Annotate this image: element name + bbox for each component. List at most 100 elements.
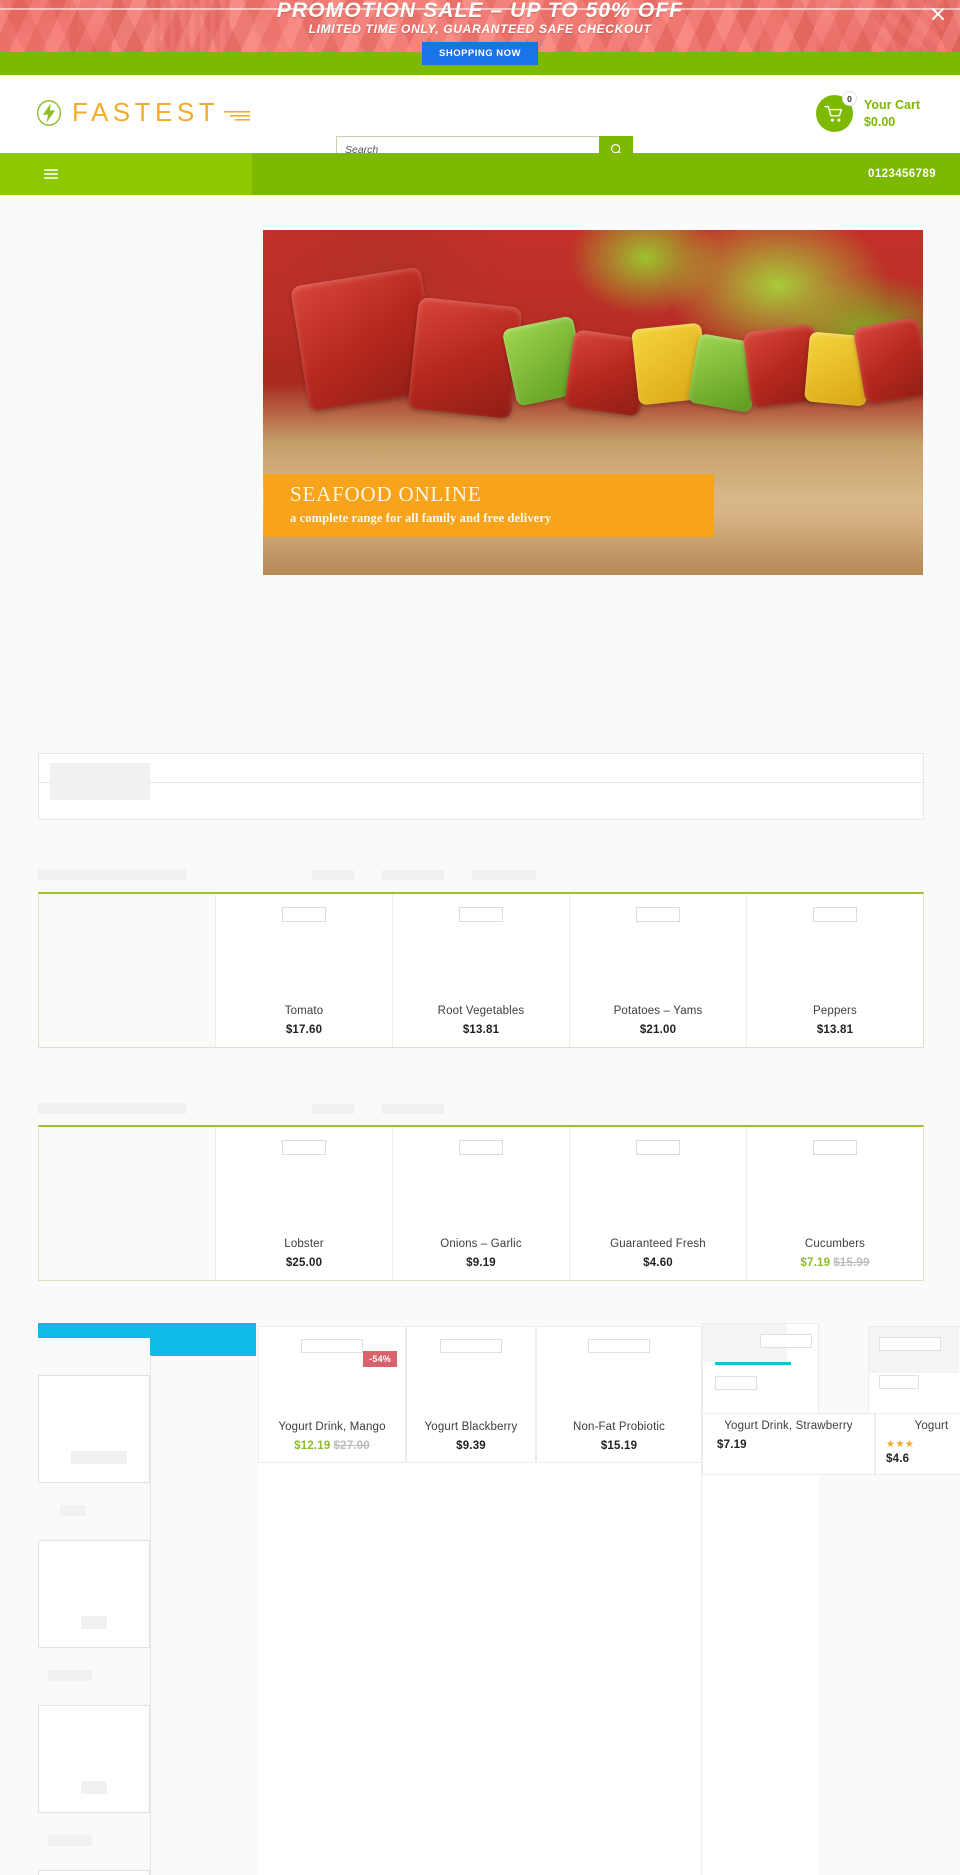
sidebar-card[interactable]: [38, 1540, 150, 1648]
nav-phone-number[interactable]: 0123456789: [868, 168, 936, 180]
product-image-placeholder: [282, 1140, 326, 1155]
product-info: Non-Fat Probiotic $15.19: [537, 1421, 701, 1452]
product-image-placeholder: [813, 1140, 857, 1155]
product-accent-bar: [715, 1362, 791, 1365]
product-price: $4.60: [643, 1257, 673, 1269]
product-card[interactable]: Guaranteed Fresh $4.60: [570, 1127, 747, 1280]
shopping-cart-icon: [824, 105, 843, 122]
section-tab-placeholder[interactable]: [472, 870, 536, 880]
cart-title: Your Cart: [863, 97, 920, 112]
product-price: $25.00: [285, 1257, 323, 1269]
product-card[interactable]: Cucumbers $7.19 $15.99: [747, 1127, 923, 1280]
section-tab-placeholder[interactable]: [382, 1104, 444, 1114]
product-card[interactable]: Yogurt ★★★ $4.6: [875, 1413, 960, 1475]
cart-widget[interactable]: 0 Your Cart $0.00: [815, 91, 920, 132]
product-card[interactable]: -54% Yogurt Drink, Mango $12.19 $27.00: [258, 1326, 406, 1463]
sidebar-divider: [150, 1355, 151, 1875]
promo-green-strip: SHOPPING NOW: [0, 42, 960, 75]
sidebar-card[interactable]: [38, 1375, 150, 1483]
shopping-now-button[interactable]: SHOPPING NOW: [421, 42, 539, 65]
close-icon[interactable]: [930, 6, 946, 22]
site-header: FASTEST 0 Your Cart $0.00: [0, 75, 960, 163]
product-price: $13.81: [462, 1024, 500, 1036]
product-price: $9.19: [466, 1257, 496, 1269]
product-name: Peppers: [813, 1005, 857, 1017]
product-image-placeholder: [282, 907, 326, 922]
section-tab-placeholder[interactable]: [382, 870, 444, 880]
product-name: Cucumbers: [804, 1238, 866, 1250]
product-info: Onions – Garlic $9.19: [393, 1238, 569, 1269]
hero-banner[interactable]: SEAFOOD ONLINE a complete range for all …: [263, 230, 923, 575]
product-name: Onions – Garlic: [440, 1238, 522, 1250]
product-row: Lobster $25.00 Onions – Garlic $9.19 Gua…: [38, 1125, 924, 1281]
product-name: Tomato: [284, 1005, 324, 1017]
menu-toggle-button[interactable]: [0, 153, 252, 195]
product-card[interactable]: Yogurt Drink, Strawberry $7.19: [702, 1413, 875, 1475]
product-image-placeholder: [459, 907, 503, 922]
section-tab-placeholder[interactable]: [312, 1104, 354, 1114]
sidebar-card[interactable]: [38, 1705, 150, 1813]
product-row: Tomato $17.60 Root Vegetables $13.81 Pot…: [38, 892, 924, 1048]
product-name: Root Vegetables: [437, 1005, 525, 1017]
section-title-placeholder: [38, 1103, 186, 1114]
promo-subheadline: LIMITED TIME ONLY, GUARANTEED SAFE CHECK…: [308, 22, 652, 36]
product-info: Root Vegetables $13.81: [393, 1005, 569, 1036]
product-sub-placeholder: [715, 1376, 757, 1390]
product-card[interactable]: Onions – Garlic $9.19: [393, 1127, 570, 1280]
main-navbar: 0123456789: [0, 153, 960, 195]
sidebar-gap-placeholder: [48, 1835, 92, 1846]
product-name: Yogurt Drink, Mango: [278, 1421, 386, 1433]
product-info: Cucumbers $7.19 $15.99: [747, 1238, 923, 1269]
sidebar-gap-placeholder: [48, 1670, 92, 1681]
product-price: $12.19 $27.00: [259, 1440, 405, 1452]
product-info: Yogurt Blackberry $9.39: [407, 1421, 535, 1452]
product-info: Potatoes – Yams $21.00: [570, 1005, 746, 1036]
product-price: $7.19 $15.99: [747, 1257, 923, 1269]
product-card[interactable]: Tomato $17.60: [216, 894, 393, 1047]
hero-title: SEAFOOD ONLINE: [290, 482, 482, 506]
product-old-price: $27.00: [333, 1440, 370, 1452]
row-promo-tile[interactable]: [39, 1127, 216, 1280]
product-info: Lobster $25.00: [216, 1238, 392, 1269]
lower-section: -54% Yogurt Drink, Mango $12.19 $27.00 Yo…: [0, 1315, 960, 1875]
product-price: $13.81: [816, 1024, 854, 1036]
product-price: $7.19: [717, 1439, 747, 1451]
product-image-placeholder: [879, 1337, 941, 1351]
hero-decor: [852, 316, 923, 406]
product-name: Lobster: [284, 1238, 324, 1250]
product-image-placeholder: [636, 1140, 680, 1155]
product-sale-price: $7.19: [800, 1257, 831, 1269]
product-price: $21.00: [639, 1024, 677, 1036]
product-card[interactable]: Potatoes – Yams $21.00: [570, 894, 747, 1047]
logo-speed-lines-icon: [224, 110, 251, 121]
promo-headline: PROMOTION SALE – UP TO 50% OFF: [276, 0, 684, 22]
product-card[interactable]: Lobster $25.00: [216, 1127, 393, 1280]
product-image-placeholder: [636, 907, 680, 922]
site-logo[interactable]: FASTEST: [35, 97, 252, 128]
product-card[interactable]: Peppers $13.81: [747, 894, 923, 1047]
sidebar-gap-placeholder: [60, 1505, 86, 1516]
product-name: Yogurt Drink, Strawberry: [724, 1420, 853, 1432]
product-price: $17.60: [285, 1024, 323, 1036]
product-card[interactable]: Yogurt Blackberry $9.39: [406, 1326, 536, 1463]
product-sub-placeholder: [879, 1375, 919, 1389]
discount-badge: -54%: [363, 1351, 397, 1367]
product-image-placeholder: [440, 1339, 502, 1353]
product-info: Guaranteed Fresh $4.60: [570, 1238, 746, 1269]
product-card[interactable]: Non-Fat Probiotic $15.19: [536, 1326, 702, 1463]
product-image-placeholder: [760, 1334, 812, 1348]
section-tab-placeholder[interactable]: [312, 870, 354, 880]
product-name: Non-Fat Probiotic: [572, 1421, 666, 1433]
product-name: Yogurt Blackberry: [424, 1421, 518, 1433]
page-content: SEAFOOD ONLINE a complete range for all …: [0, 195, 960, 1875]
hero-subtitle: a complete range for all family and free…: [290, 511, 552, 526]
cart-count-badge: 0: [841, 91, 857, 106]
product-name: Yogurt: [914, 1420, 949, 1432]
product-info: Tomato $17.60: [216, 1005, 392, 1036]
row-promo-tile[interactable]: [39, 894, 216, 1047]
product-card[interactable]: Root Vegetables $13.81: [393, 894, 570, 1047]
product-name: Guaranteed Fresh: [610, 1238, 706, 1250]
sidebar-card[interactable]: [38, 1870, 150, 1875]
info-panel-bottom: [38, 783, 924, 820]
section-title-placeholder: [38, 869, 186, 880]
